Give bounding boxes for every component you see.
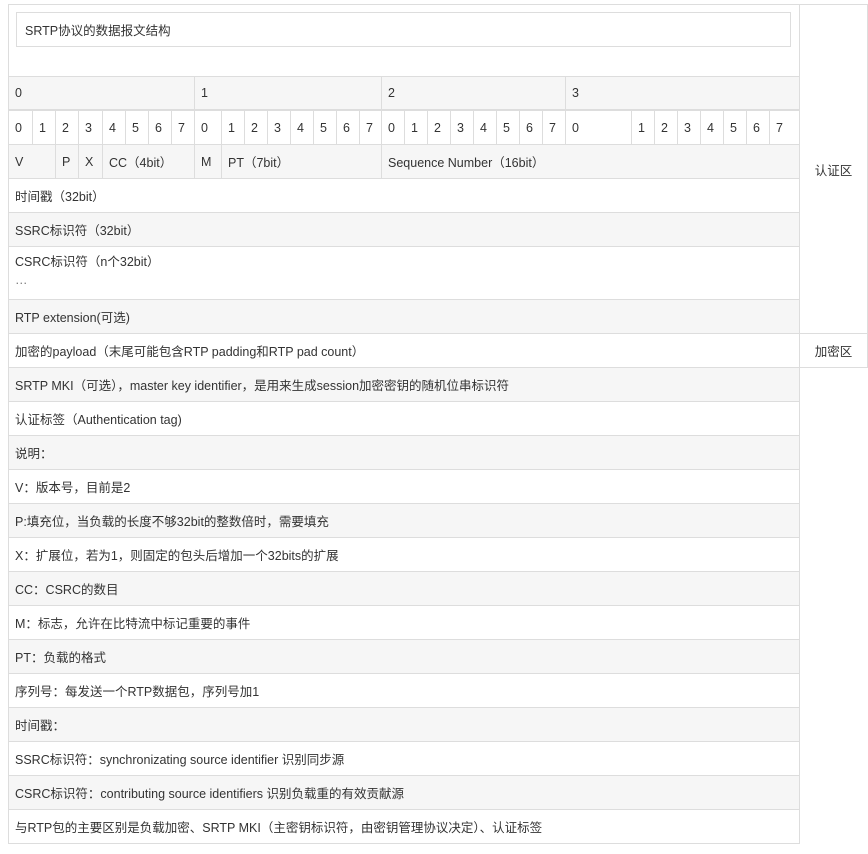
field-extension: X [78,144,103,179]
bit-number: 6 [148,110,172,145]
note-row: CSRC标识符：contributing source identifiers … [8,775,800,810]
bit-number: 5 [125,110,149,145]
bit-number: 6 [336,110,360,145]
note-row: PT：负载的格式 [8,639,800,674]
bit-number: 7 [359,110,382,145]
row-rtp-extension: RTP extension(可选) [8,299,800,334]
note-row: SSRC标识符：synchronizating source identifie… [8,741,800,776]
bit-number: 1 [404,110,428,145]
bit-number: 0 [194,110,222,145]
field-csrc-count: CC（4bit） [102,144,195,179]
octet-label-1: 1 [194,76,382,110]
row-auth-tag: 认证标签（Authentication tag) [8,401,800,436]
bit-number: 5 [313,110,337,145]
bit-number: 6 [519,110,543,145]
octet-label-2: 2 [381,76,566,110]
bit-number: 6 [746,110,770,145]
bit-number: 1 [631,110,655,145]
row-csrc: CSRC标识符（n个32bit） … [8,246,800,300]
auth-area-label: 认证区 [799,4,868,334]
bit-number: 4 [102,110,126,145]
note-row: 时间戳： [8,707,800,742]
note-row: 序列号：每发送一个RTP数据包，序列号加1 [8,673,800,708]
note-row: 说明： [8,435,800,470]
bit-number: 7 [769,110,801,145]
bit-number: 5 [496,110,520,145]
bit-number: 5 [723,110,747,145]
note-row: P:填充位，当负载的长度不够32bit的整数倍时，需要填充 [8,503,800,538]
bit-number: 2 [427,110,451,145]
csrc-ellipsis: … [15,273,28,287]
bit-number: 2 [244,110,268,145]
bit-number: 3 [677,110,701,145]
bit-number: 0 [565,110,632,145]
bit-number: 4 [473,110,497,145]
note-row: X：扩展位，若为1，则固定的包头后增加一个32bits的扩展 [8,537,800,572]
note-row: M：标志，允许在比特流中标记重要的事件 [8,605,800,640]
note-row: 与RTP包的主要区别是负载加密、SRTP MKI（主密钥标识符，由密钥管理协议决… [8,809,800,844]
note-row: V：版本号，目前是2 [8,469,800,504]
bit-number: 1 [32,110,56,145]
bit-number: 4 [290,110,314,145]
row-encrypted-payload: 加密的payload（末尾可能包含RTP padding和RTP pad cou… [8,333,800,368]
bit-number: 4 [700,110,724,145]
octet-label-3: 3 [565,76,800,110]
field-version: V [8,144,56,179]
row-srtp-mki: SRTP MKI（可选），master key identifier，是用来生成… [8,367,800,402]
bit-number: 3 [267,110,291,145]
page-title: SRTP协议的数据报文结构 [16,12,791,47]
bit-number: 7 [542,110,566,145]
row-ssrc: SSRC标识符（32bit） [8,212,800,247]
bit-number: 0 [8,110,33,145]
bit-number: 3 [78,110,103,145]
field-marker: M [194,144,222,179]
bit-number: 3 [450,110,474,145]
field-padding: P [55,144,79,179]
bit-number: 2 [55,110,79,145]
bit-number: 7 [171,110,195,145]
note-row: CC：CSRC的数目 [8,571,800,606]
row-timestamp: 时间戳（32bit） [8,178,800,213]
csrc-line-1: CSRC标识符（n个32bit） [15,255,160,269]
bit-number: 1 [221,110,245,145]
octet-label-0: 0 [8,76,195,110]
field-sequence-number: Sequence Number（16bit） [381,144,800,179]
enc-area-label: 加密区 [799,333,868,368]
bit-number: 0 [381,110,405,145]
bit-number: 2 [654,110,678,145]
field-payload-type: PT（7bit） [221,144,382,179]
